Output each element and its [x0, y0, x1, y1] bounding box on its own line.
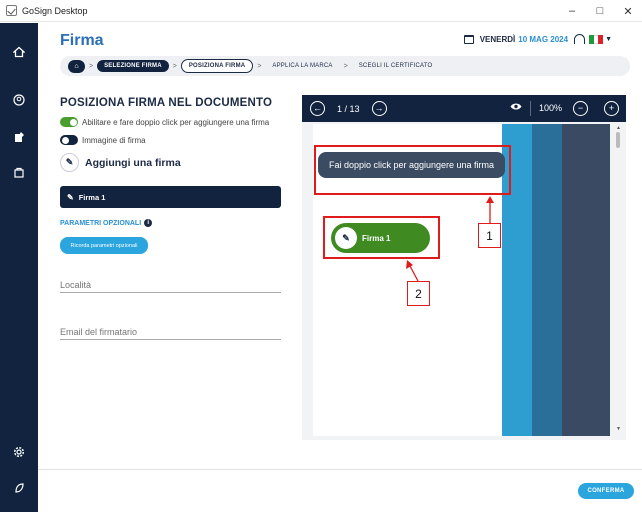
sidebar [0, 23, 38, 512]
home-icon[interactable] [0, 42, 38, 62]
app-logo-icon [6, 5, 17, 16]
image-toggle-row: Immagine di firma [60, 135, 146, 145]
breadcrumb-home-icon[interactable]: ⌂ [68, 59, 85, 73]
sign-document-icon[interactable] [0, 127, 38, 147]
breadcrumb: ⌂ > SELEZIONE FIRMA > POSIZIONA FIRMA > … [60, 56, 630, 76]
signature-item-label: Firma 1 [78, 192, 106, 202]
annotation-box-1 [314, 145, 511, 195]
enable-toggle-row: Abilitare e fare doppio click per aggiun… [60, 117, 269, 127]
breadcrumb-step-certificato: SCEGLI IL CERTIFICATO [358, 63, 433, 69]
chevron-right-icon: > [257, 62, 262, 70]
optional-params-label: PARAMETRI OPZIONALI [60, 219, 142, 227]
confirm-button[interactable]: CONFERMA [578, 483, 634, 499]
section-title: POSIZIONA FIRMA NEL DOCUMENTO [60, 97, 273, 109]
page-title: Firma [60, 32, 104, 49]
breadcrumb-step-selezione[interactable]: SELEZIONE FIRMA [97, 60, 169, 72]
enable-double-click-toggle[interactable] [60, 117, 78, 127]
support-headset-icon[interactable] [574, 34, 586, 44]
signer-email-input[interactable] [60, 324, 281, 340]
signature-image-toggle[interactable] [60, 135, 78, 145]
calendar-icon [463, 34, 474, 44]
zoom-out-icon[interactable]: − [573, 101, 588, 116]
scrollbar-thumb[interactable] [616, 132, 620, 148]
scroll-down-icon[interactable]: ▼ [616, 426, 621, 432]
enable-toggle-label: Abilitare e fare doppio click per aggiun… [82, 117, 270, 127]
settings-icon[interactable] [0, 442, 38, 462]
close-button[interactable]: ✕ [614, 0, 642, 22]
add-signature-button[interactable]: ✎ Aggiungi una firma [60, 153, 181, 172]
breadcrumb-step-posiziona[interactable]: POSIZIONA FIRMA [180, 59, 254, 73]
location-input[interactable] [60, 277, 281, 293]
scroll-up-icon[interactable]: ▲ [616, 125, 621, 131]
page-stripe [532, 124, 562, 436]
signature-list-item[interactable]: ✎ Firma 1 [60, 186, 281, 208]
annotation-label-1: 1 [478, 223, 501, 248]
footer-divider [38, 469, 642, 470]
date-display: VENERDÌ 10 MAG 2024 ▼ [463, 34, 612, 44]
chevron-right-icon: > [89, 62, 94, 70]
date-label: 10 MAG 2024 [518, 34, 569, 44]
eye-icon[interactable] [510, 102, 522, 114]
signature-pen-icon: ✎ [67, 192, 74, 202]
day-label: VENERDÌ [479, 34, 516, 44]
user-circle-icon[interactable] [0, 90, 38, 110]
image-toggle-label: Immagine di firma [82, 135, 146, 145]
zoom-in-icon[interactable]: + [604, 101, 619, 116]
chevron-right-icon: > [343, 62, 348, 70]
viewer-toolbar: ← 1 / 13 → 100% − + [302, 95, 626, 122]
breadcrumb-step-marca: APPLICA LA MARCA [272, 63, 333, 69]
optional-params-title: PARAMETRI OPZIONALI i [60, 219, 153, 227]
page-stripe [562, 124, 610, 436]
toolbar-divider [530, 101, 531, 116]
bag-icon[interactable] [0, 162, 38, 182]
remember-params-button[interactable]: Ricorda parametri opzionali [60, 237, 148, 254]
window-titlebar: GoSign Desktop – □ ✕ [0, 0, 642, 22]
add-signature-icon: ✎ [60, 153, 79, 172]
previous-page-icon[interactable]: ← [310, 101, 325, 116]
next-page-icon[interactable]: → [371, 101, 387, 116]
info-icon[interactable]: i [144, 219, 153, 227]
language-caret-icon[interactable]: ▼ [605, 36, 612, 43]
leaf-icon[interactable] [0, 478, 38, 498]
minimize-button[interactable]: – [558, 0, 586, 22]
add-signature-label: Aggiungi una firma [85, 156, 181, 169]
page-indicator: 1 / 13 [337, 103, 360, 114]
italian-flag-icon[interactable] [589, 34, 604, 44]
chevron-right-icon: > [172, 62, 177, 70]
zoom-level: 100% [539, 103, 563, 113]
maximize-button[interactable]: □ [586, 0, 614, 22]
annotation-box-2 [323, 216, 440, 259]
annotation-label-2: 2 [407, 281, 430, 306]
window-title: GoSign Desktop [22, 5, 88, 16]
